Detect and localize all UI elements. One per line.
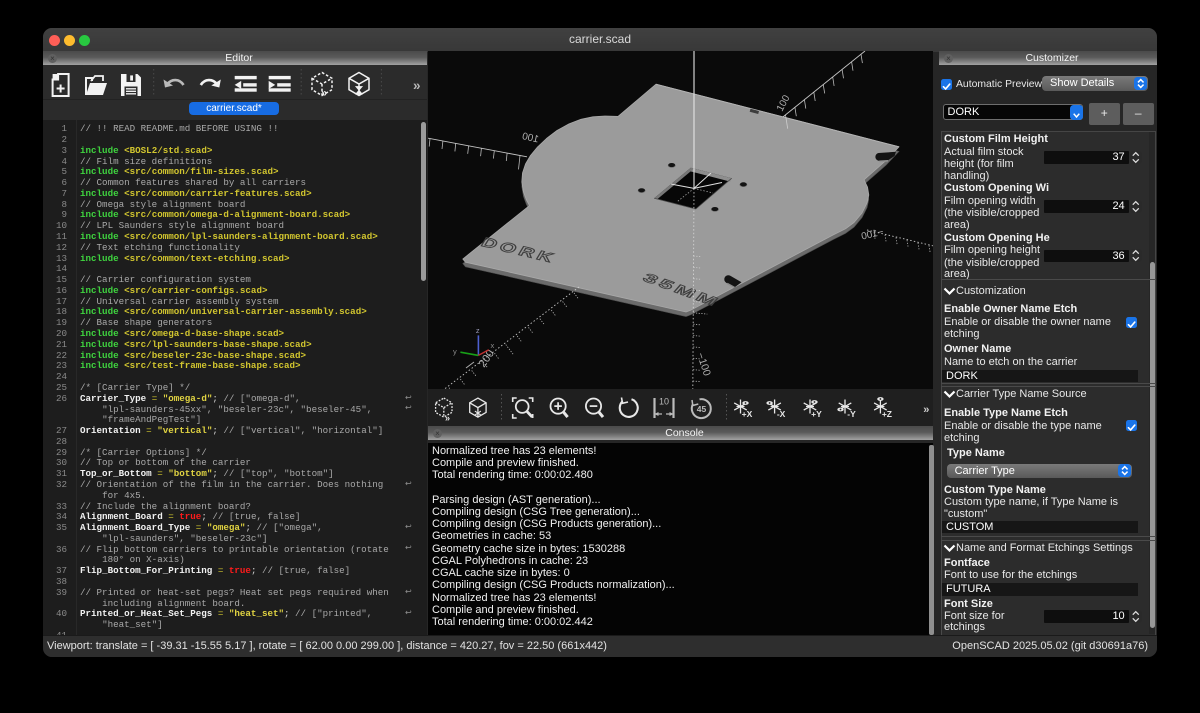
svg-text:»: » xyxy=(923,404,929,416)
svg-text:45: 45 xyxy=(697,404,707,414)
svg-text:»: » xyxy=(445,413,450,423)
svg-text:10: 10 xyxy=(659,397,669,407)
svg-text:z: z xyxy=(476,326,480,335)
svg-text:x: x xyxy=(491,341,495,350)
svg-text:+X: +X xyxy=(742,409,753,419)
svg-text:100: 100 xyxy=(775,93,793,113)
svg-text:100: 100 xyxy=(521,131,540,145)
svg-text:+Z: +Z xyxy=(882,409,892,419)
svg-text:−100: −100 xyxy=(694,351,713,377)
svg-text:+Y: +Y xyxy=(811,409,822,419)
svg-text:−100: −100 xyxy=(860,227,885,243)
svg-text:-X: -X xyxy=(777,409,786,419)
svg-text:»: » xyxy=(321,88,327,100)
svg-text:»: » xyxy=(413,78,421,93)
svg-text:y: y xyxy=(453,347,457,356)
svg-text:-Y: -Y xyxy=(847,409,856,419)
